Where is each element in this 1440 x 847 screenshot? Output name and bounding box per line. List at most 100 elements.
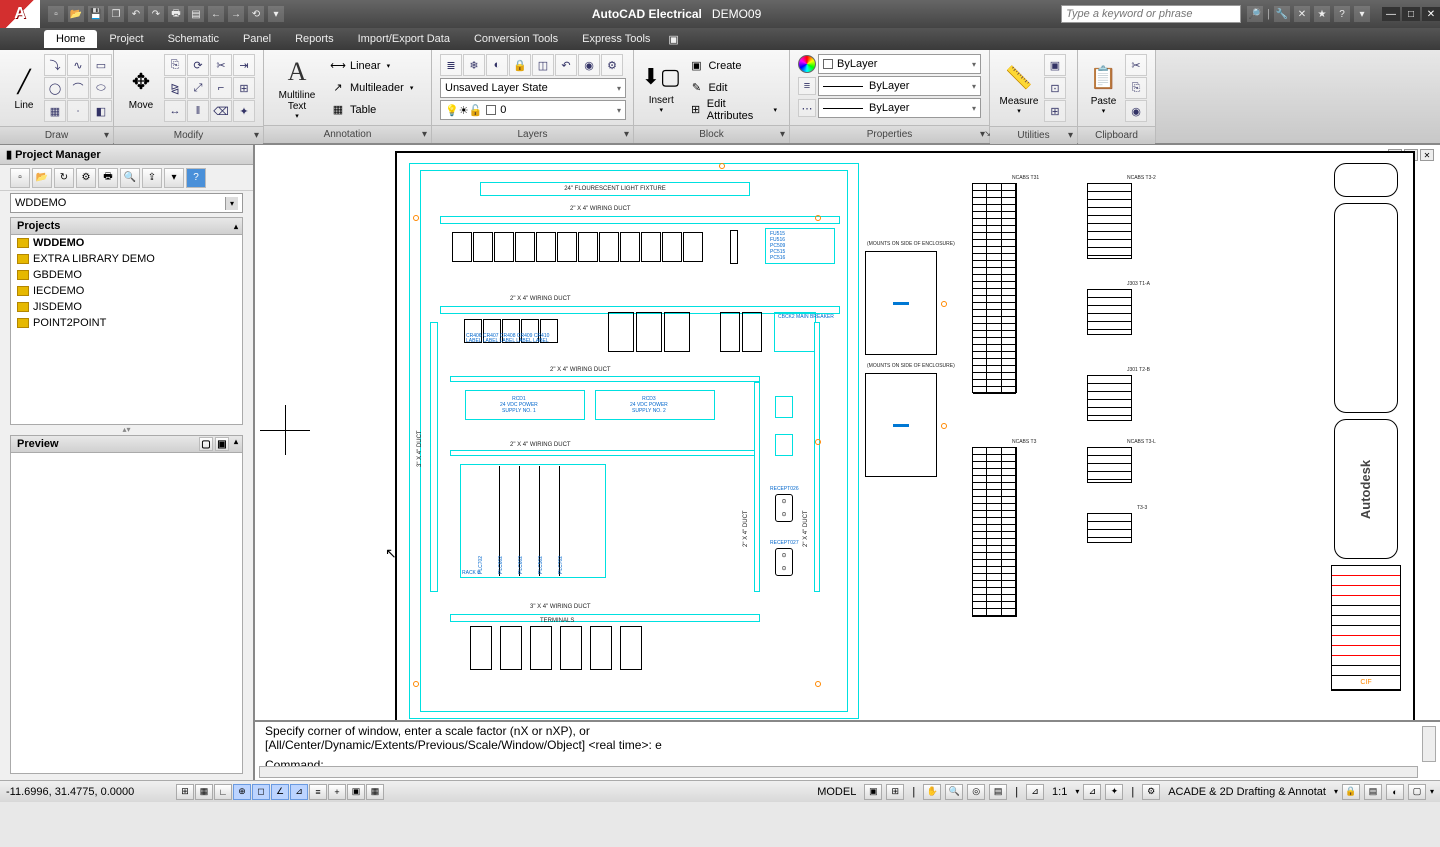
qat-forward-icon[interactable]: → xyxy=(228,6,244,22)
paste-button[interactable]: 📋 Paste ▾ xyxy=(1086,55,1121,121)
measure-button[interactable]: 📏 Measure ▾ xyxy=(998,55,1040,121)
lwt-toggle[interactable]: ≡ xyxy=(309,784,327,800)
qp-toggle[interactable]: + xyxy=(328,784,346,800)
qat-sync-icon[interactable]: ⟲ xyxy=(248,6,264,22)
spline-icon[interactable]: ∿ xyxy=(67,54,89,76)
copy-icon[interactable]: ⎘ xyxy=(164,54,186,76)
pm-project-item[interactable]: WDDEMO xyxy=(11,235,242,251)
qat-save-icon[interactable]: 💾 xyxy=(88,6,104,22)
qat-saveall-icon[interactable]: ❐ xyxy=(108,6,124,22)
pm-project-item[interactable]: JISDEMO xyxy=(11,299,242,315)
pm-open-icon[interactable]: 📂 xyxy=(32,168,52,188)
pm-title[interactable]: ▮Project Manager xyxy=(0,145,253,165)
layout-grid-icon[interactable]: ⊞ xyxy=(886,784,904,800)
preview-mode1-icon[interactable]: ▢ xyxy=(199,437,213,451)
zoom-icon[interactable]: 🔍 xyxy=(945,784,963,800)
rect-icon[interactable]: ▭ xyxy=(90,54,112,76)
qat-new-icon[interactable]: ▫ xyxy=(48,6,64,22)
ortho-toggle[interactable]: ∟ xyxy=(214,784,232,800)
panel-label-layers[interactable]: Layers ▾ xyxy=(432,125,633,143)
pm-project-item[interactable]: GBDEMO xyxy=(11,267,242,283)
panel-label-draw[interactable]: Draw ▾ xyxy=(0,126,113,144)
match-icon[interactable]: ◉ xyxy=(1125,100,1147,122)
erase-icon[interactable]: ⌫ xyxy=(210,100,232,122)
minimize-button[interactable]: ― xyxy=(1382,7,1400,21)
qat-undo-icon[interactable]: ↶ xyxy=(128,6,144,22)
layer-lock-icon[interactable]: 🔒 xyxy=(509,54,531,76)
favorite-icon[interactable]: ★ xyxy=(1314,6,1330,22)
point-icon[interactable]: ∙ xyxy=(67,100,89,122)
copy-clip-icon[interactable]: ⎘ xyxy=(1125,77,1147,99)
rotate-icon[interactable]: ⟳ xyxy=(187,54,209,76)
help-dropdown-icon[interactable]: ▾ xyxy=(1354,6,1370,22)
panel-label-utilities[interactable]: Utilities ▾ xyxy=(990,126,1077,144)
hardware-icon[interactable]: ▤ xyxy=(1364,784,1382,800)
linetype-icon[interactable]: ⋯ xyxy=(798,99,816,117)
lineweight-combo[interactable]: ByLayer xyxy=(818,76,981,96)
arc-icon[interactable]: ⌒ xyxy=(67,77,89,99)
preview-mode2-icon[interactable]: ▣ xyxy=(215,437,229,451)
select-icon[interactable]: ▣ xyxy=(1044,54,1066,76)
doc-close-button[interactable]: ✕ xyxy=(1420,149,1434,161)
ribbon-overflow-icon[interactable]: ▣ xyxy=(662,30,684,49)
qat-dropdown-icon[interactable]: ▾ xyxy=(268,6,284,22)
polyline-icon[interactable]: ⤵ xyxy=(44,54,66,76)
array-icon[interactable]: ⊞ xyxy=(233,77,255,99)
pm-plot-icon[interactable]: 🖶 xyxy=(98,168,118,188)
linear-dim-button[interactable]: ⟷Linear ▾ xyxy=(326,56,417,76)
panel-label-properties[interactable]: Properties ▾↘ xyxy=(790,125,989,143)
region-icon[interactable]: ◧ xyxy=(90,100,112,122)
pm-preview-header[interactable]: Preview ▢▣▴ xyxy=(10,435,243,453)
tab-panel[interactable]: Panel xyxy=(231,30,283,48)
qat-open-icon[interactable]: 📂 xyxy=(68,6,84,22)
color-combo[interactable]: ByLayer xyxy=(818,54,981,74)
pm-dd-icon[interactable]: ▾ xyxy=(164,168,184,188)
clean-icon[interactable]: ▢ xyxy=(1408,784,1426,800)
space-indicator[interactable]: MODEL xyxy=(813,786,860,798)
move-tool-button[interactable]: ✥ Move xyxy=(122,55,160,121)
circle-icon[interactable]: ◯ xyxy=(44,77,66,99)
extend-icon[interactable]: ⇥ xyxy=(233,54,255,76)
edit-block-button[interactable]: ✎Edit xyxy=(684,78,781,98)
layer-match-icon[interactable]: ◉ xyxy=(578,54,600,76)
tab-conversion[interactable]: Conversion Tools xyxy=(462,30,570,48)
current-layer-combo[interactable]: 💡 ☀ 🔓 0 xyxy=(440,100,626,120)
edit-attr-button[interactable]: ⊞Edit Attributes ▾ xyxy=(684,100,781,120)
anno-vis-icon[interactable]: ⊿ xyxy=(1083,784,1101,800)
layer-off-icon[interactable]: ◐ xyxy=(486,54,508,76)
pm-zoom-icon[interactable]: 🔍 xyxy=(120,168,140,188)
pm-settings-icon[interactable]: ⚙ xyxy=(76,168,96,188)
pm-project-combo[interactable]: WDDEMO xyxy=(10,193,243,213)
trim-icon[interactable]: ✂ xyxy=(210,54,232,76)
tab-home[interactable]: Home xyxy=(44,30,97,48)
ellipse-icon[interactable]: ⬭ xyxy=(90,77,112,99)
maximize-button[interactable]: □ xyxy=(1402,7,1420,21)
model-space[interactable]: ↖ ― ❐ ✕ 24" FLOURESCENT LIGHT FIXTURE 2"… xyxy=(255,145,1440,720)
anno-auto-icon[interactable]: ✦ xyxy=(1105,784,1123,800)
steering-icon[interactable]: ◎ xyxy=(967,784,985,800)
layer-state-combo[interactable]: Unsaved Layer State xyxy=(440,78,626,98)
osnap-toggle[interactable]: ◻ xyxy=(252,784,270,800)
scale-icon[interactable]: ⤢ xyxy=(187,77,209,99)
hatch-icon[interactable]: ▦ xyxy=(44,100,66,122)
snap-toggle[interactable]: ⊞ xyxy=(176,784,194,800)
qat-batch-icon[interactable]: ▤ xyxy=(188,6,204,22)
sc-toggle[interactable]: ▣ xyxy=(347,784,365,800)
qat-print-icon[interactable]: 🖶 xyxy=(168,6,184,22)
dyn-toggle[interactable]: ⊿ xyxy=(290,784,308,800)
layout-quick-icon[interactable]: ▣ xyxy=(864,784,882,800)
qselect-icon[interactable]: ⊡ xyxy=(1044,77,1066,99)
offset-icon[interactable]: ‖ xyxy=(187,100,209,122)
layer-prev-icon[interactable]: ↶ xyxy=(555,54,577,76)
infocenter-search-input[interactable] xyxy=(1061,5,1241,23)
mirror-icon[interactable]: ⧎ xyxy=(164,77,186,99)
workspace-name[interactable]: ACADE & 2D Drafting & Annotat xyxy=(1164,786,1330,798)
pm-publish-icon[interactable]: ⇪ xyxy=(142,168,162,188)
tab-project[interactable]: Project xyxy=(97,30,155,48)
table-button[interactable]: ▦Table xyxy=(326,100,417,120)
help-icon[interactable]: ? xyxy=(1334,6,1350,22)
calc-icon[interactable]: ⊞ xyxy=(1044,100,1066,122)
pm-project-item[interactable]: POINT2POINT xyxy=(11,315,242,331)
mtext-button[interactable]: A Multiline Text ▾ xyxy=(272,55,322,121)
anno-scale-icon[interactable]: ⊿ xyxy=(1026,784,1044,800)
